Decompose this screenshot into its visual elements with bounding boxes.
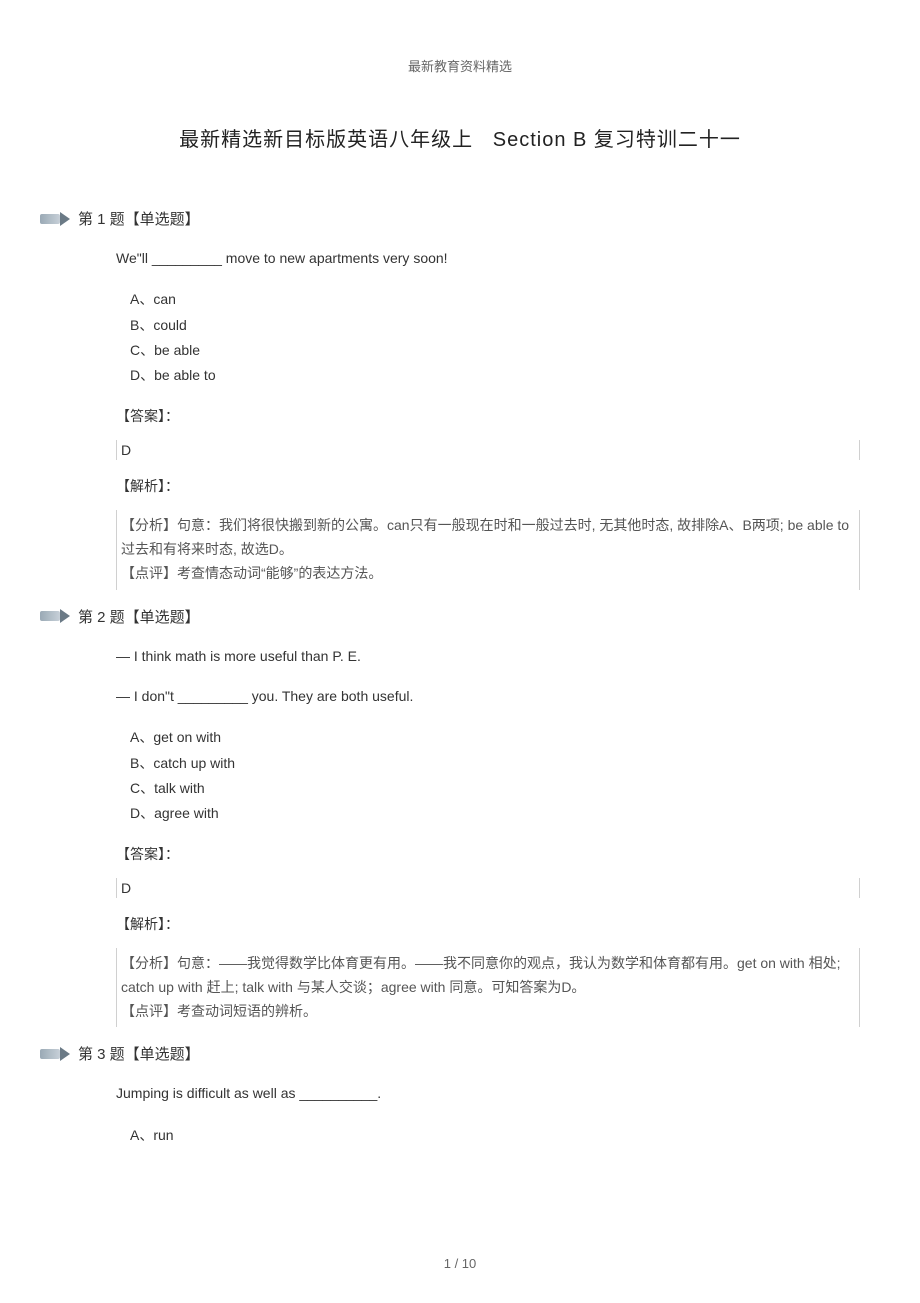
- option-a: A、run: [130, 1123, 860, 1148]
- option-a: A、can: [130, 287, 860, 312]
- question-heading: 第 1 题【单选题】: [40, 208, 860, 229]
- option-c: C、be able: [130, 338, 860, 363]
- question-stem: Jumping is difficult as well as ________…: [116, 1082, 860, 1104]
- question-number: 第 2 题【单选题】: [78, 606, 200, 627]
- analysis-line: 【点评】考查动词短语的辨析。: [121, 1000, 855, 1024]
- analysis-box: 【分析】句意：我们将很快搬到新的公寓。can只有一般现在时和一般过去时, 无其他…: [116, 510, 860, 589]
- question-stem: — I think math is more useful than P. E.: [116, 645, 860, 667]
- title-left: 最新精选新目标版英语八年级上: [179, 129, 473, 151]
- option-c: C、talk with: [130, 776, 860, 801]
- swoosh-icon: [40, 609, 72, 623]
- question-heading: 第 2 题【单选题】: [40, 606, 860, 627]
- answer-box: D: [116, 440, 860, 460]
- analysis-box: 【分析】句意：——我觉得数学比体育更有用。——我不同意你的观点，我认为数学和体育…: [116, 948, 860, 1027]
- option-a: A、get on with: [130, 725, 860, 750]
- option-b: B、could: [130, 313, 860, 338]
- swoosh-icon: [40, 212, 72, 226]
- question-number: 第 3 题【单选题】: [78, 1043, 200, 1064]
- swoosh-icon: [40, 1047, 72, 1061]
- analysis-label: 【解析】：: [116, 476, 860, 496]
- question-stem: — I don"t _________ you. They are both u…: [116, 685, 860, 707]
- option-d: D、be able to: [130, 363, 860, 388]
- answer-label: 【答案】：: [116, 844, 860, 864]
- question-heading: 第 3 题【单选题】: [40, 1043, 860, 1064]
- question-number: 第 1 题【单选题】: [78, 208, 200, 229]
- title-right: Section B 复习特训二十一: [493, 129, 741, 151]
- analysis-line: 【分析】句意：我们将很快搬到新的公寓。can只有一般现在时和一般过去时, 无其他…: [121, 514, 855, 562]
- analysis-label: 【解析】：: [116, 914, 860, 934]
- answer-box: D: [116, 878, 860, 898]
- page-header: 最新教育资料精选: [60, 56, 860, 75]
- analysis-line: 【分析】句意：——我觉得数学比体育更有用。——我不同意你的观点，我认为数学和体育…: [121, 952, 855, 1000]
- option-d: D、agree with: [130, 801, 860, 826]
- question-stem: We"ll _________ move to new apartments v…: [116, 247, 860, 269]
- option-b: B、catch up with: [130, 751, 860, 776]
- analysis-line: 【点评】考查情态动词“能够”的表达方法。: [121, 562, 855, 586]
- answer-label: 【答案】：: [116, 406, 860, 426]
- page-footer: 1 / 10: [0, 1256, 920, 1271]
- page-title: 最新精选新目标版英语八年级上 Section B 复习特训二十一: [60, 123, 860, 152]
